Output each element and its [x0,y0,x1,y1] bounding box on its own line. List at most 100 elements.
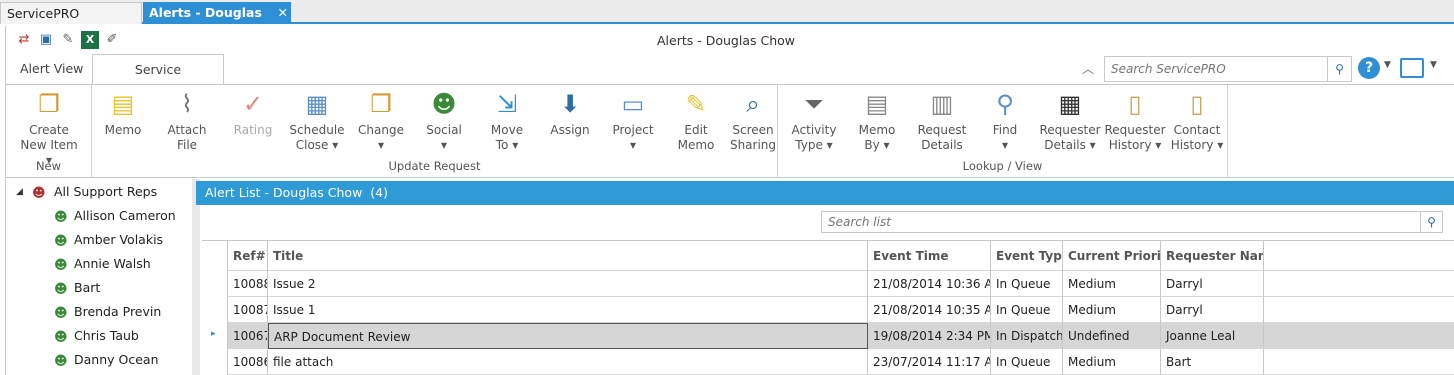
column-header-filler [1264,241,1454,271]
cell-ref[interactable]: 10088 [228,271,268,297]
rep-name: Allison Cameron [74,208,176,223]
cell-priority[interactable]: Medium [1063,297,1161,323]
cell-priority[interactable]: Medium [1063,271,1161,297]
row-indicator[interactable] [202,349,228,375]
cell-event-type[interactable]: In Queue [991,271,1063,297]
row-indicator[interactable] [202,297,228,323]
cell-requester[interactable]: Darryl [1161,297,1264,323]
activity-type-button[interactable]: ⏷ Activity Type ▾ [786,89,842,153]
column-header-event-time[interactable]: Event Time [868,241,991,271]
cell-priority[interactable]: Medium [1063,349,1161,375]
requester-history-button[interactable]: ▯ Requester History ▾ [1103,89,1167,153]
search-list-input[interactable] [822,212,1412,232]
memo-by-button[interactable]: ▤ Memo By ▾ [852,89,902,153]
new-item-icon: ❐ [38,90,60,118]
presentation-dropdown-icon[interactable]: ▼ [1430,60,1437,70]
cell-ref[interactable]: 10087 [228,297,268,323]
btn-label: Rating [233,123,273,137]
help-dropdown-icon[interactable]: ▼ [1384,60,1391,70]
tab-service-requests[interactable]: Service Requests [92,54,224,107]
cell-priority[interactable]: Undefined [1063,323,1161,349]
support-reps-tree: ◢ ☻ All Support Reps ☻ Allison Cameron ☻ A… [6,179,192,375]
attach-file-button[interactable]: ⌇ Attach File [162,89,212,153]
rep-name: Annie Walsh [74,256,151,271]
column-header-current-priority[interactable]: Current Priority [1063,241,1161,271]
btn-line2: History ▾ [1170,138,1224,152]
edit-memo-button[interactable]: ✎ Edit Memo [671,89,721,153]
request-details-button[interactable]: ▥ Request Details [914,89,970,153]
cell-ref[interactable]: 10067 [228,323,268,349]
presentation-icon[interactable] [1400,58,1424,78]
alert-list-header: Alert List - Douglas Chow (4) [196,181,1454,205]
contact-history-button[interactable]: ▯ Contact History ▾ [1166,89,1228,153]
btn-line1: Activity [791,123,837,137]
cell-title[interactable]: Issue 1 [268,297,868,323]
alert-list-panel: Alert List - Douglas Chow (4) ⚲ Ref# Tit… [196,181,1454,375]
cell-title[interactable]: file attach [268,349,868,375]
cell-filler [1264,297,1454,323]
column-header-event-type[interactable]: Event Type [991,241,1063,271]
collapse-ribbon-icon[interactable]: ︿ [1082,60,1094,77]
group-label: Update Request [388,159,481,173]
move-to-button[interactable]: ⇲ Move To ▾ [482,89,532,153]
tree-root-label: All Support Reps [54,184,158,199]
btn-line1: Create [29,123,69,137]
btn-label: Memo [104,123,142,137]
schedule-close-button[interactable]: ▦ Schedule Close ▾ [286,89,348,153]
column-header-title[interactable]: Title [268,241,868,271]
memo-button[interactable]: ▤ Memo [98,89,148,138]
collapse-tree-icon[interactable]: ◢ [16,182,23,202]
search-servicepro: ⚲ [1104,56,1352,82]
cell-requester[interactable]: Darryl [1161,271,1264,297]
requester-details-button[interactable]: ▦ Requester Details ▾ [1038,89,1102,153]
cell-filler [1264,323,1454,349]
tab-alert-view[interactable]: Alert View [8,54,95,84]
tab-servicepro-workbench[interactable]: ServicePRO Workbench [0,2,142,43]
find-button[interactable]: ⚲ Find ▾ [980,89,1030,153]
btn-line2: By ▾ [864,138,890,152]
btn-line2: History ▾ [1108,138,1162,152]
cell-event-time[interactable]: 21/08/2014 10:35 AM [868,297,991,323]
cell-event-time[interactable]: 23/07/2014 11:17 AM [868,349,991,375]
cell-requester[interactable]: Joanne Leal [1161,323,1264,349]
ribbon-tab-strip: Alert View Service Requests ︿ ⚲ ? ▼ ▼ [6,54,1454,107]
screen-sharing-button[interactable]: ⌕ Screen Sharing [728,89,778,153]
close-tab-icon[interactable]: ✕ [278,2,288,24]
cell-event-type[interactable]: In Queue [991,349,1063,375]
help-icon[interactable]: ? [1358,57,1380,79]
cell-event-type[interactable]: In Dispatch [991,323,1063,349]
document-tab-strip: ServicePRO Workbench Alerts - Douglas Ch… [0,0,1454,43]
column-header-ref[interactable]: Ref# [228,241,268,271]
btn-line2: Memo [677,138,715,152]
row-indicator-selected[interactable] [202,323,228,349]
btn-line1: Requester [1039,123,1101,137]
project-button[interactable]: ▭ Project ▾ [608,89,658,153]
rep-name: Bart [74,280,101,295]
cell-ref[interactable]: 10086 [228,349,268,375]
search-icon[interactable]: ⚲ [1420,212,1442,232]
cell-title[interactable]: ARP Document Review [268,323,868,349]
screen-sharing-icon: ⌕ [746,90,760,118]
user-icon: ☻ [54,210,68,225]
search-icon[interactable]: ⚲ [1327,57,1351,81]
rep-name: Brenda Previn [74,304,162,319]
edit-memo-icon: ✎ [685,90,707,118]
social-button[interactable]: ☻ Social ▾ [419,89,469,153]
memo-by-icon: ▤ [865,90,889,118]
rating-button[interactable]: ✓ Rating [228,89,278,138]
change-button[interactable]: ❐ Change ▾ [356,89,406,153]
assign-button[interactable]: ⬇ Assign [545,89,595,138]
btn-label: Assign [550,123,590,137]
cell-event-time[interactable]: 21/08/2014 10:36 AM [868,271,991,297]
cell-event-time[interactable]: 19/08/2014 2:34 PM [868,323,991,349]
tab-alerts-douglas-chow[interactable]: Alerts - Douglas Chow ✕ [143,2,291,42]
user-icon: ☻ [54,282,68,297]
cell-requester[interactable]: Bart [1161,349,1264,375]
column-header-requester-name[interactable]: Requester Name [1161,241,1264,271]
row-indicator[interactable] [202,271,228,297]
paperclip-icon: ⌇ [181,90,193,118]
create-new-item-button[interactable]: ❐ Create New Item ▾ [16,89,82,168]
search-input[interactable] [1105,57,1325,81]
cell-title[interactable]: Issue 2 [268,271,868,297]
cell-event-type[interactable]: In Queue [991,297,1063,323]
